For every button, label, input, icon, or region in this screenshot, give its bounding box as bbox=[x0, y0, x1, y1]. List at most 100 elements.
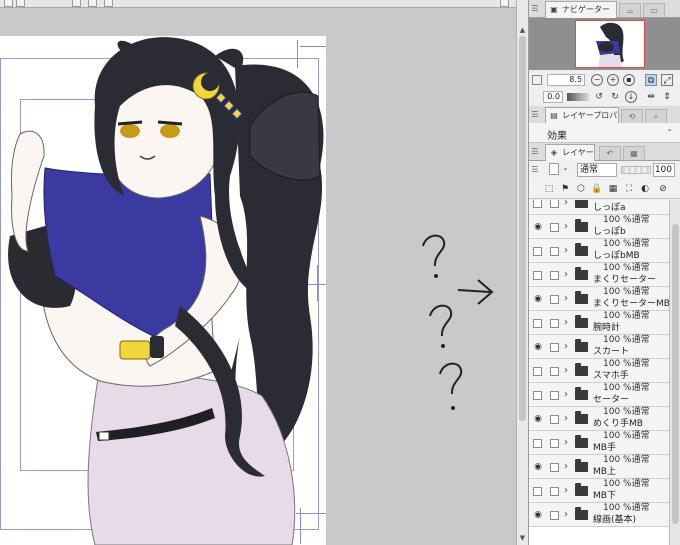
zoom-out-icon[interactable]: − bbox=[591, 74, 603, 86]
layer-row[interactable]: ◉ › 100 %通常 線画(基本) bbox=[529, 503, 669, 527]
layer-lock-toggle[interactable] bbox=[550, 295, 559, 304]
chevron-right-icon[interactable]: › bbox=[564, 340, 568, 353]
layer-list-scroll-thumb[interactable] bbox=[672, 224, 679, 524]
toolbar-button[interactable] bbox=[104, 0, 113, 7]
chevron-right-icon[interactable]: › bbox=[564, 412, 568, 425]
layer-lock-toggle[interactable] bbox=[550, 343, 559, 352]
layer-row[interactable]: › 100 %通常 セーター bbox=[529, 383, 669, 407]
layer-lock-toggle[interactable] bbox=[550, 487, 559, 496]
chevron-right-icon[interactable]: › bbox=[564, 484, 568, 497]
layer-name[interactable]: MB下 bbox=[593, 490, 616, 502]
layer-lock-toggle[interactable] bbox=[550, 415, 559, 424]
toolbar-button[interactable] bbox=[4, 0, 13, 7]
chevron-right-icon[interactable]: › bbox=[564, 200, 568, 209]
lock-icon[interactable]: 🔒 bbox=[591, 183, 603, 196]
layer-lock-toggle[interactable] bbox=[550, 511, 559, 520]
toolbar-button[interactable] bbox=[500, 0, 509, 7]
mask-icon[interactable]: ⛶ bbox=[623, 183, 635, 196]
chevron-right-icon[interactable]: › bbox=[564, 388, 568, 401]
layer-row[interactable]: ◉ › 100 %通常 めくり手MB bbox=[529, 407, 669, 431]
layer-row[interactable]: ›100 %通常しっぽa bbox=[529, 200, 669, 215]
menu-grip-icon[interactable]: ☰ bbox=[531, 164, 539, 175]
tab-layer-property[interactable]: ▤ レイヤープロパ bbox=[545, 107, 619, 124]
reset-rotation-icon[interactable]: ↓ bbox=[625, 91, 637, 103]
visibility-toggle[interactable] bbox=[533, 200, 542, 208]
menu-grip-icon[interactable]: ☰ bbox=[531, 3, 539, 14]
layer-lock-toggle[interactable] bbox=[550, 247, 559, 256]
layer-name[interactable]: スカート bbox=[593, 346, 629, 358]
chevron-right-icon[interactable]: › bbox=[564, 460, 568, 473]
layer-name[interactable]: セーター bbox=[593, 394, 629, 406]
layer-name[interactable]: しっぽbMB bbox=[593, 250, 640, 262]
chevron-right-icon[interactable]: › bbox=[564, 268, 568, 281]
layer-lock-toggle[interactable] bbox=[550, 367, 559, 376]
canvas-vertical-scrollbar[interactable]: ▲ ▼ bbox=[516, 0, 528, 545]
layer-list-scrollbar[interactable] bbox=[669, 200, 680, 545]
toolbar-button[interactable] bbox=[88, 0, 97, 7]
eye-icon[interactable]: ◉ bbox=[532, 293, 544, 305]
layer-lock-toggle[interactable] bbox=[550, 319, 559, 328]
fit-window-icon[interactable]: ⧉ bbox=[645, 74, 657, 86]
layer-name[interactable]: しっぽa bbox=[593, 202, 626, 214]
visibility-toggle[interactable] bbox=[533, 367, 542, 376]
layer-lock-toggle[interactable] bbox=[550, 463, 559, 472]
tab-navigator[interactable]: ▣ ナビゲーター bbox=[545, 1, 617, 18]
layer-row[interactable]: ◉ › 100 %通常 MB上 bbox=[529, 455, 669, 479]
layer-lock-toggle[interactable] bbox=[550, 439, 559, 448]
layer-row[interactable]: › 100 %通常 腕時計 bbox=[529, 311, 669, 335]
chevron-right-icon[interactable]: › bbox=[564, 316, 568, 329]
select-layer-icon[interactable]: ⬚ bbox=[543, 183, 555, 196]
tab-info[interactable]: ▭ bbox=[643, 3, 665, 17]
visibility-toggle[interactable] bbox=[533, 271, 542, 280]
tab-layer-search[interactable]: ⟲ bbox=[621, 109, 643, 123]
layer-row[interactable]: › 100 %通常 MB下 bbox=[529, 479, 669, 503]
opacity-slider[interactable] bbox=[621, 166, 651, 174]
chevron-right-icon[interactable]: › bbox=[564, 364, 568, 377]
layer-row[interactable]: ◉ › 100 %通常 まくりセーターMB bbox=[529, 287, 669, 311]
zoom-in-icon[interactable]: + bbox=[607, 74, 619, 86]
menu-grip-icon[interactable]: ☰ bbox=[531, 146, 539, 157]
tab-search[interactable]: ⌕ bbox=[645, 109, 667, 123]
layer-name[interactable]: MB上 bbox=[593, 466, 616, 478]
layer-lock-toggle[interactable] bbox=[550, 391, 559, 400]
rotation-slider[interactable] bbox=[567, 93, 589, 101]
navigator-preview[interactable] bbox=[529, 18, 680, 70]
effect-row[interactable]: 効果 ⌃ bbox=[529, 123, 680, 143]
layer-name[interactable]: 腕時計 bbox=[593, 322, 620, 334]
rotation-value[interactable]: 0.0 bbox=[543, 91, 563, 103]
layer-row[interactable]: ◉ › 100 %通常 しっぽb bbox=[529, 215, 669, 239]
blend-mode-select[interactable]: 通常 bbox=[577, 163, 617, 177]
opacity-value[interactable]: 100 bbox=[653, 163, 675, 177]
flip-horizontal-icon[interactable]: ⇹ bbox=[645, 91, 657, 103]
lock-transparent-icon[interactable]: ▦ bbox=[607, 183, 619, 196]
fit-navigator-icon[interactable]: ⤢ bbox=[661, 74, 673, 86]
chevron-down-icon[interactable]: ⌄ bbox=[562, 163, 569, 172]
collapse-icon[interactable]: ⌃ bbox=[666, 128, 673, 137]
rotate-left-icon[interactable]: ↺ bbox=[593, 91, 605, 103]
layer-name[interactable]: めくり手MB bbox=[593, 418, 643, 430]
palette-icon[interactable]: ◐ bbox=[639, 183, 651, 196]
canvas-scroll-thumb[interactable] bbox=[519, 36, 526, 421]
tab-auto-action[interactable]: ▦ bbox=[623, 146, 645, 160]
layer-row[interactable]: › 100 %通常 まくりセーター bbox=[529, 263, 669, 287]
chevron-right-icon[interactable]: › bbox=[564, 436, 568, 449]
layer-row[interactable]: › 100 %通常 しっぽbMB bbox=[529, 239, 669, 263]
layer-name[interactable]: MB手 bbox=[593, 442, 616, 454]
layer-row[interactable]: ◉ › 100 %通常 スカート bbox=[529, 335, 669, 359]
eye-icon[interactable]: ◉ bbox=[532, 509, 544, 521]
eye-icon[interactable]: ◉ bbox=[532, 461, 544, 473]
eye-icon[interactable]: ◉ bbox=[532, 341, 544, 353]
layer-lock-toggle[interactable] bbox=[550, 223, 559, 232]
tab-layers[interactable]: ◈ レイヤー bbox=[545, 144, 595, 161]
tab-history[interactable]: ↶ bbox=[599, 146, 621, 160]
zoom-toggle[interactable] bbox=[532, 75, 542, 85]
visibility-toggle[interactable] bbox=[533, 247, 542, 256]
layer-name[interactable]: まくりセーター bbox=[593, 274, 656, 286]
layer-row[interactable]: › 100 %通常 スマホ手 bbox=[529, 359, 669, 383]
tab-subview[interactable]: ⌓ bbox=[619, 3, 641, 17]
visibility-toggle[interactable] bbox=[533, 439, 542, 448]
layer-name[interactable]: 線画(基本) bbox=[593, 514, 636, 526]
draft-icon[interactable]: ⊘ bbox=[657, 183, 669, 196]
layer-name[interactable]: しっぽb bbox=[593, 226, 626, 238]
layer-name[interactable]: スマホ手 bbox=[593, 370, 629, 382]
